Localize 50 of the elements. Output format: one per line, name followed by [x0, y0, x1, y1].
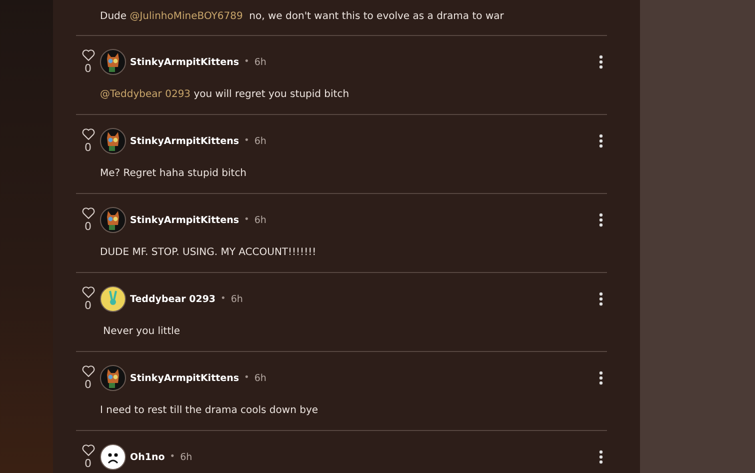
cat-avatar-icon: [100, 207, 126, 233]
username-link[interactable]: Teddybear 0293: [130, 294, 216, 304]
heart-icon[interactable]: [82, 444, 94, 456]
comment-time: 6h: [254, 136, 266, 146]
separator-dot: •: [244, 215, 250, 225]
like-count: 0: [84, 141, 92, 154]
user-mention-link[interactable]: @Teddybear 0293: [100, 89, 191, 100]
more-options-icon[interactable]: [599, 213, 603, 227]
comment-time: 6h: [254, 214, 266, 226]
heart-icon[interactable]: [82, 49, 94, 61]
like-count: 0: [84, 299, 92, 312]
username-link[interactable]: StinkyArmpitKittens: [130, 372, 240, 384]
heart-icon[interactable]: [82, 286, 94, 298]
like-count: 0: [84, 62, 92, 75]
like-count: 0: [84, 220, 92, 233]
heart-icon[interactable]: [82, 365, 94, 377]
heart-icon[interactable]: [82, 207, 94, 219]
comment-time: 6h: [254, 372, 266, 384]
username-link[interactable]: StinkyArmpitKittens: [130, 214, 240, 226]
sad-face-avatar-icon: [100, 444, 126, 470]
user-mention-link[interactable]: @JulinhoMineBOY6789: [130, 11, 243, 22]
more-options-icon[interactable]: [599, 450, 603, 464]
cat-avatar-icon: [100, 128, 126, 154]
comment-text: @Teddybear 0293 you will regret you stupid bitch: [99, 88, 350, 102]
cat-avatar-icon: [100, 365, 126, 391]
separator-dot: •: [220, 294, 226, 304]
separator-dot: •: [244, 57, 250, 67]
separator-dot: •: [244, 136, 250, 146]
cat-avatar-icon: [100, 49, 126, 75]
comment-text: I need to rest till the drama cools down bye: [99, 404, 320, 418]
more-options-icon[interactable]: [599, 371, 603, 385]
username-link[interactable]: StinkyArmpitKittens: [130, 56, 240, 68]
comment-time: 6h: [180, 452, 192, 462]
more-options-icon[interactable]: [599, 292, 603, 306]
bunny-avatar-icon: [100, 286, 126, 312]
separator-dot: •: [244, 373, 250, 383]
separator-dot: •: [170, 452, 176, 462]
comment-text: DUDE MF. STOP. USING. MY ACCOUNT!!!!!!!: [99, 246, 318, 260]
username-link[interactable]: Oh1no: [130, 452, 165, 462]
comment-text: Dude @JulinhoMineBOY6789 no, we don't want this to evolve as a drama to war: [99, 10, 505, 24]
heart-icon[interactable]: [82, 128, 94, 140]
more-options-icon[interactable]: [599, 55, 603, 69]
like-count: 0: [84, 378, 92, 391]
like-count: 0: [84, 457, 92, 470]
comment-text: Never you little: [102, 325, 182, 339]
comment-time: 6h: [230, 294, 243, 304]
username-link[interactable]: StinkyArmpitKittens: [130, 136, 240, 146]
comment-time: 6h: [254, 56, 266, 68]
more-options-icon[interactable]: [599, 134, 603, 148]
comment-text: Me? Regret haha stupid bitch: [99, 167, 248, 181]
